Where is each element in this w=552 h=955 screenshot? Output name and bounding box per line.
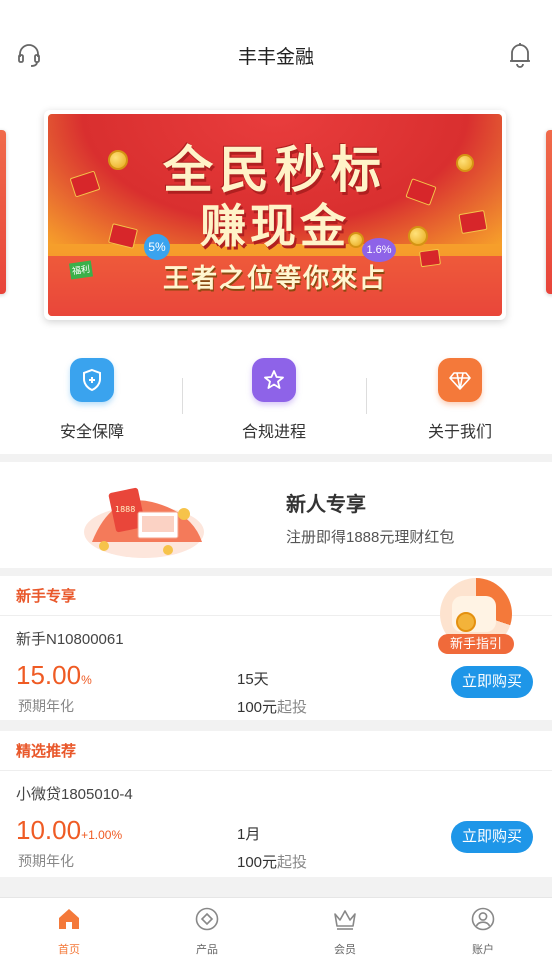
bottom-tab-bar: 首页 产品 会员 账户 (0, 897, 552, 955)
app-title: 丰丰金融 (237, 47, 314, 68)
buy-now-button[interactable]: 立即购买 (451, 666, 533, 698)
feature-compliance-label: 合规进程 (241, 424, 306, 441)
product-rate-label: 预期年化 (18, 853, 74, 869)
product-min-invest: 100元起投 (237, 854, 308, 871)
banner-carousel[interactable]: 5% 1.6% 福利 全民秒标 赚现金 王者之位等你來占 (0, 100, 552, 336)
product-rate: 15.00% (16, 660, 92, 690)
gift-illustration: 1888 (84, 487, 204, 558)
tab-products-label: 产品 (196, 944, 218, 955)
coin-icon (456, 612, 476, 632)
newbie-title: 新人专享 (286, 494, 366, 516)
crown-icon (334, 910, 356, 930)
product-section-featured: 精选推荐 小微贷1805010-4 10.00+1.00% 预期年化 1月 10… (0, 731, 552, 877)
product-min-invest: 100元起投 (237, 699, 308, 716)
product-rate: 10.00+1.00% (16, 815, 123, 845)
feature-security[interactable]: 安全保障 (0, 358, 184, 442)
diamond-icon (438, 358, 482, 402)
product-term: 1月 (237, 826, 261, 843)
feature-shortcuts: 安全保障 合规进程 关于我们 (0, 336, 552, 454)
banner-next-slide[interactable] (546, 130, 552, 294)
art-amount: 1888 (115, 505, 135, 514)
tab-membership[interactable]: 会员 (276, 906, 414, 955)
promo-banner[interactable]: 5% 1.6% 福利 全民秒标 赚现金 王者之位等你來占 (44, 110, 506, 320)
tab-home-label: 首页 (58, 944, 80, 955)
banner-slogan: 王者之位等你來占 (162, 263, 387, 293)
newbie-subtitle: 注册即得1888元理财红包 (286, 529, 455, 546)
bell-icon[interactable] (508, 42, 532, 68)
feature-about-label: 关于我们 (427, 424, 492, 441)
tab-account-label: 账户 (472, 944, 494, 955)
product-term: 15天 (237, 671, 269, 688)
user-icon (471, 907, 495, 931)
newbie-guide-label: 新手指引 (438, 634, 514, 654)
banner-prev-slide[interactable] (0, 130, 6, 294)
product-name[interactable]: 新手N10800061 (16, 628, 124, 649)
shield-icon (70, 358, 114, 402)
newbie-promo[interactable]: 1888 新人专享 注册即得1888元理财红包 (0, 462, 552, 568)
section-title: 精选推荐 (0, 731, 552, 771)
product-icon (195, 907, 219, 931)
tab-membership-label: 会员 (334, 944, 356, 955)
banner-subheadline: 赚现金 (200, 199, 350, 253)
home-icon (59, 909, 79, 929)
feature-security-label: 安全保障 (59, 424, 124, 441)
feature-compliance[interactable]: 合规进程 (182, 358, 366, 442)
product-rate-label: 预期年化 (18, 698, 74, 714)
tab-account[interactable]: 账户 (414, 906, 552, 955)
product-name[interactable]: 小微贷1805010-4 (16, 783, 133, 804)
star-icon (252, 358, 296, 402)
tab-home[interactable]: 首页 (0, 906, 138, 955)
newbie-guide-float[interactable]: 新手指引 (438, 578, 514, 656)
feature-about[interactable]: 关于我们 (368, 358, 552, 442)
buy-now-button[interactable]: 立即购买 (451, 821, 533, 853)
top-bar: 丰丰金融 (0, 0, 552, 100)
tab-products[interactable]: 产品 (138, 906, 276, 955)
